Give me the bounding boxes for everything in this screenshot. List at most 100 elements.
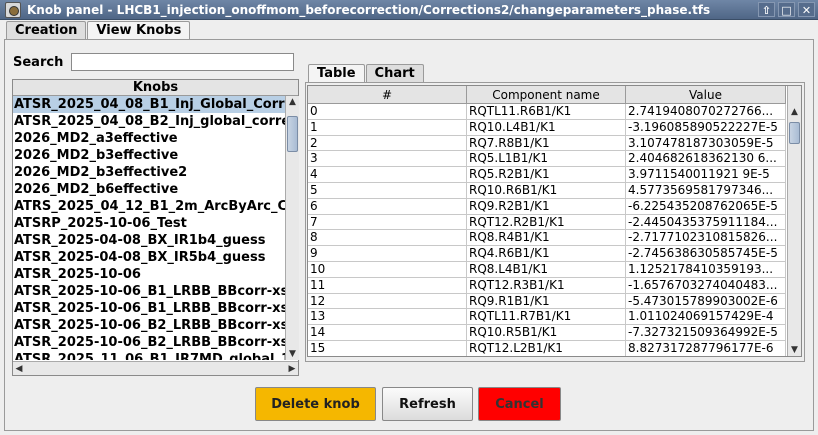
knob-item[interactable]: 2026_MD2_b6effective (13, 181, 285, 198)
close-button[interactable]: ✕ (798, 2, 815, 17)
knobs-vertical-scrollbar[interactable]: ▲ ▼ (285, 96, 299, 360)
cell-component: RQT12.R2B1/K1 (467, 214, 626, 230)
column-header-value[interactable]: Value (626, 86, 786, 104)
table-row[interactable]: 3 RQ5.L1B1/K1 2.404682618362130 6... (308, 151, 786, 168)
knob-item[interactable]: ATSR_2025-04-08_BX_IR5b4_guess (13, 249, 285, 266)
scroll-up-icon[interactable]: ▲ (788, 106, 801, 118)
tab-creation[interactable]: Creation (6, 21, 87, 40)
scroll-left-icon[interactable]: ◀ (13, 364, 25, 374)
search-input[interactable] (71, 53, 294, 71)
knob-item[interactable]: ATSR_2025-10-06 (13, 266, 285, 283)
knob-item[interactable]: ATSR_2025_04_08_B1_Inj_Global_Correction (13, 96, 285, 113)
cell-value: 2.7419408070272766... (626, 104, 786, 119)
cell-component: RQ10.L4B1/K1 (467, 119, 626, 135)
search-label: Search (13, 55, 64, 70)
cell-value: 2.404682618362130 6... (626, 151, 786, 167)
table-row[interactable]: 15 RQT12.L2B1/K1 8.827317287796177E-6 (308, 340, 786, 356)
cell-value: -3.196085890522227E-5 (626, 119, 786, 135)
cell-component: RQ8.L4B1/K1 (467, 261, 626, 277)
cell-index: 15 (308, 340, 467, 356)
table-row[interactable]: 2 RQ7.R8B1/K1 3.107478187303059E-5 (308, 135, 786, 152)
cell-index: 14 (308, 325, 467, 340)
knob-item[interactable]: ATSR_2025-10-06_B2_LRBB_BBcorr-xsuite (13, 334, 285, 351)
maximize-button[interactable]: □ (778, 2, 795, 17)
cell-value: -1.6576703274040483... (626, 277, 786, 293)
knob-item[interactable]: ATSR_2025-10-06_B2_LRBB_BBcorr-xsuite (13, 317, 285, 334)
scroll-down-icon[interactable]: ▼ (286, 348, 299, 360)
tab-chart[interactable]: Chart (365, 64, 424, 83)
cell-value: 1.1252178410359193... (626, 261, 786, 277)
tab-table[interactable]: Table (308, 64, 365, 84)
knobs-horizontal-scrollbar[interactable]: ◀ ▶ (13, 361, 298, 375)
cancel-button[interactable]: Cancel (478, 387, 561, 421)
scroll-thumb[interactable] (287, 116, 298, 152)
refresh-button[interactable]: Refresh (382, 387, 473, 421)
cell-index: 10 (308, 261, 467, 277)
cell-component: RQ8.R4B1/K1 (467, 230, 626, 246)
cell-component: RQ9.R1B1/K1 (467, 293, 626, 309)
scroll-up-icon[interactable]: ▲ (286, 96, 299, 108)
knobs-column-header[interactable]: Knobs (13, 80, 298, 96)
table-row[interactable]: 13 RQTL11.R7B1/K1 1.011024069157429E-4 (308, 309, 786, 326)
cell-index: 8 (308, 230, 467, 246)
cell-component: RQT12.R3B1/K1 (467, 277, 626, 293)
table-row[interactable]: 7 RQT12.R2B1/K1 -2.4450435375911184... (308, 214, 786, 231)
cell-value: -2.7177102310815826... (626, 230, 786, 246)
cell-component: RQTL11.R6B1/K1 (467, 104, 626, 119)
cell-index: 3 (308, 151, 467, 167)
knob-item[interactable]: ATSR_2025_04_08_B2_Inj_global_correction (13, 113, 285, 130)
cell-component: RQ10.R5B1/K1 (467, 325, 626, 340)
table-row[interactable]: 11 RQT12.R3B1/K1 -1.6576703274040483... (308, 277, 786, 294)
cell-index: 7 (308, 214, 467, 230)
cell-index: 13 (308, 309, 467, 325)
knob-item[interactable]: ATSR_2025-04-08_BX_IR1b4_guess (13, 232, 285, 249)
scroll-right-icon[interactable]: ▶ (286, 364, 298, 374)
knob-item[interactable]: 2026_MD2_b3effective2 (13, 164, 285, 181)
cell-value: 3.107478187303059E-5 (626, 135, 786, 151)
table-row[interactable]: 8 RQ8.R4B1/K1 -2.7177102310815826... (308, 230, 786, 247)
table-row[interactable]: 12 RQ9.R1B1/K1 -5.473015789903002E-6 (308, 293, 786, 310)
cell-index: 6 (308, 198, 467, 214)
table-row[interactable]: 5 RQ10.R6B1/K1 4.5773569581797346... (308, 182, 786, 199)
title-bar: Knob panel - LHCB1_injection_onoffmom_be… (0, 0, 818, 20)
table-row[interactable]: 10 RQ8.L4B1/K1 1.1252178410359193... (308, 261, 786, 278)
shade-button[interactable]: ⇧ (758, 2, 775, 17)
view-tabs: Table Chart (308, 64, 425, 84)
knob-item[interactable]: ATSR_2025_11_06_B1_IR7MD_global_10cm (13, 351, 285, 360)
table-row[interactable]: 6 RQ9.R2B1/K1 -6.225435208762065E-5 (308, 198, 786, 215)
cell-index: 9 (308, 246, 467, 261)
knob-item[interactable]: 2026_MD2_b3effective (13, 147, 285, 164)
cell-value: -6.225435208762065E-5 (626, 198, 786, 214)
cell-index: 2 (308, 135, 467, 151)
cell-component: RQ5.R2B1/K1 (467, 167, 626, 182)
cell-value: 8.827317287796177E-6 (626, 340, 786, 356)
table-row[interactable]: 0 RQTL11.R6B1/K1 2.7419408070272766... (308, 104, 786, 120)
knob-item[interactable]: 2026_MD2_a3effective (13, 130, 285, 147)
cell-component: RQTL11.R7B1/K1 (467, 309, 626, 325)
delete-knob-button[interactable]: Delete knob (255, 387, 376, 421)
table-row[interactable]: 4 RQ5.R2B1/K1 3.9711540011921 9E-5 (308, 167, 786, 183)
knob-item[interactable]: ATSR_2025-10-06_B1_LRBB_BBcorr-xsuite (13, 283, 285, 300)
column-header-component[interactable]: Component name (467, 86, 626, 104)
cell-value: -5.473015789903002E-6 (626, 293, 786, 309)
cell-value: -2.745638630585745E-5 (626, 246, 786, 261)
cell-value: 4.5773569581797346... (626, 182, 786, 198)
knob-item[interactable]: ATSRP_2025-10-06_Test (13, 215, 285, 232)
tab-view-knobs[interactable]: View Knobs (87, 21, 191, 41)
knob-item[interactable]: ATRS_2025_04_12_B1_2m_ArcByArc_Coupling (13, 198, 285, 215)
table-row[interactable]: 14 RQ10.R5B1/K1 -7.327321509364992E-5 (308, 325, 786, 341)
table-row[interactable]: 9 RQ4.R6B1/K1 -2.745638630585745E-5 (308, 246, 786, 262)
cell-value: 1.011024069157429E-4 (626, 309, 786, 325)
knobs-list: ATSR_2025_04_08_B1_Inj_Global_Correction… (13, 96, 285, 360)
knob-item[interactable]: ATSR_2025-10-06_B1_LRBB_BBcorr-xsuite (13, 300, 285, 317)
scroll-down-icon[interactable]: ▼ (788, 344, 801, 356)
cell-component: RQ10.R6B1/K1 (467, 182, 626, 198)
cell-component: RQT12.L2B1/K1 (467, 340, 626, 356)
table-vertical-scrollbar[interactable]: ▲ ▼ (787, 86, 801, 356)
scroll-thumb[interactable] (789, 122, 800, 144)
table-row[interactable]: 1 RQ10.L4B1/K1 -3.196085890522227E-5 (308, 119, 786, 136)
window-controls: ⇧ □ ✕ (758, 2, 815, 17)
cell-value: 3.9711540011921 9E-5 (626, 167, 786, 182)
column-header-index[interactable]: # (308, 86, 467, 104)
cell-index: 11 (308, 277, 467, 293)
